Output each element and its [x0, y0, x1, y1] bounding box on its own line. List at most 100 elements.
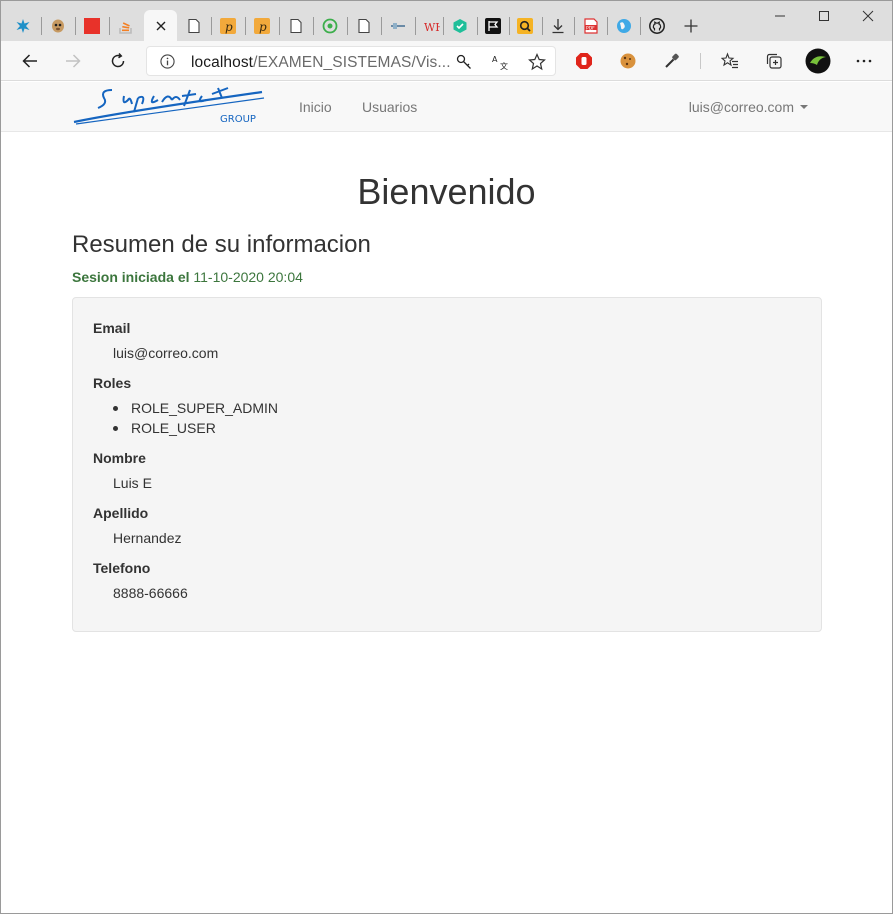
eyedropper-icon: [665, 53, 679, 68]
collections-button[interactable]: [760, 47, 788, 75]
github-icon: [649, 17, 665, 34]
new-tab-button[interactable]: [675, 10, 707, 41]
blank-page-icon: [290, 18, 302, 33]
stackoverflow-icon: [119, 21, 132, 34]
arrow-left-icon: [22, 54, 37, 68]
tab[interactable]: [348, 10, 380, 41]
role-item: ROLE_USER: [113, 420, 216, 436]
address-bar[interactable]: localhost/EXAMEN_SISTEMAS/Vis... A文: [146, 46, 556, 76]
green-circle-icon: [322, 18, 338, 33]
role-item: ROLE_SUPER_ADMIN: [113, 400, 278, 416]
email-label: Email: [93, 320, 131, 336]
menu-button[interactable]: [850, 47, 878, 75]
globe-icon: [617, 18, 631, 33]
blank-page-icon: [188, 18, 200, 33]
teal-cube-icon: [453, 18, 467, 33]
tab[interactable]: [608, 10, 640, 41]
tab[interactable]: [382, 10, 414, 41]
close-icon: [862, 10, 874, 22]
info-icon[interactable]: [160, 54, 175, 69]
plus-icon: [684, 19, 698, 32]
minimize-button[interactable]: [758, 5, 802, 27]
forward-button[interactable]: [59, 47, 87, 75]
wh-icon: WH: [424, 21, 440, 34]
tab[interactable]: [76, 10, 108, 41]
back-button[interactable]: [16, 47, 44, 75]
pdf-icon: PDF: [584, 17, 598, 34]
cookie-button[interactable]: [614, 47, 642, 75]
profile-button[interactable]: [804, 47, 832, 75]
arrow-right-icon: [66, 54, 81, 68]
svg-text:A: A: [492, 55, 498, 64]
nombre-label: Nombre: [93, 450, 146, 466]
bullet-icon: [113, 425, 118, 431]
email-value: luis@correo.com: [113, 345, 219, 361]
tool-icon: [391, 22, 405, 29]
cookie-icon: [620, 53, 636, 69]
navbar: GROUP Inicio Usuarios luis@correo.com: [1, 82, 892, 132]
nav-inicio[interactable]: Inicio: [299, 99, 332, 115]
browser-toolbar: localhost/EXAMEN_SISTEMAS/Vis... A文: [1, 41, 892, 81]
roles-label: Roles: [93, 375, 132, 391]
tab[interactable]: [7, 10, 39, 41]
tab[interactable]: [477, 10, 509, 41]
svg-text:p: p: [225, 20, 233, 34]
apellido-value: Hernandez: [113, 530, 182, 546]
close-window-button[interactable]: [846, 5, 890, 27]
tab[interactable]: [178, 10, 210, 41]
telefono-label: Telefono: [93, 560, 151, 576]
tab[interactable]: p: [246, 10, 278, 41]
close-icon[interactable]: [153, 18, 169, 34]
tab[interactable]: [641, 10, 673, 41]
more-dots-icon: [856, 59, 872, 63]
tab[interactable]: [314, 10, 346, 41]
tab[interactable]: [42, 10, 74, 41]
avatar: [805, 48, 831, 74]
tab[interactable]: [110, 10, 142, 41]
translate-icon[interactable]: A文: [492, 53, 510, 71]
page-subtitle: Resumen de su informacion: [72, 231, 371, 258]
tab[interactable]: [280, 10, 312, 41]
favorites-button[interactable]: [716, 47, 744, 75]
tab[interactable]: p: [212, 10, 244, 41]
blank-page-icon: [358, 18, 370, 33]
logo-icon: GROUP: [73, 87, 265, 125]
p-badge-icon: p: [220, 17, 236, 34]
p-badge-icon: p: [254, 17, 270, 34]
tab-strip: p p WH PDF: [1, 1, 892, 41]
star-burst-icon: [16, 18, 30, 33]
bullet-icon: [113, 405, 118, 411]
nav-usuarios[interactable]: Usuarios: [362, 99, 417, 115]
tab-active[interactable]: [144, 10, 177, 41]
refresh-icon: [111, 52, 125, 68]
info-panel: Email luis@correo.com Roles ROLE_SUPER_A…: [72, 297, 822, 632]
download-icon: [552, 18, 564, 33]
tab[interactable]: [542, 10, 574, 41]
tab[interactable]: PDF: [575, 10, 607, 41]
apellido-label: Apellido: [93, 505, 149, 521]
brand-logo[interactable]: GROUP: [72, 84, 266, 128]
maximize-button[interactable]: [802, 5, 846, 27]
star-outline-icon[interactable]: [528, 53, 546, 71]
tab[interactable]: [444, 10, 476, 41]
nombre-value: Luis E: [113, 475, 152, 491]
adblock-button[interactable]: [570, 47, 598, 75]
red-square-icon: [84, 17, 100, 34]
key-icon[interactable]: [455, 53, 473, 71]
collections-icon: [766, 53, 782, 69]
url-text[interactable]: localhost/EXAMEN_SISTEMAS/Vis...: [191, 54, 451, 72]
svg-text:p: p: [259, 20, 267, 34]
meerkat-icon: [52, 19, 64, 32]
refresh-button[interactable]: [104, 47, 132, 75]
stop-hand-icon: [576, 53, 592, 69]
brand-sub: GROUP: [220, 114, 256, 125]
session-time: 11-10-2020 20:04: [193, 269, 303, 285]
telefono-value: 8888-66666: [113, 585, 188, 601]
minimize-icon: [775, 15, 785, 17]
svg-text:WH: WH: [424, 21, 440, 34]
user-menu[interactable]: luis@correo.com: [689, 99, 808, 115]
session-label: Sesion iniciada el: [72, 269, 190, 285]
tab[interactable]: [509, 10, 541, 41]
eyedropper-button[interactable]: [658, 47, 686, 75]
svg-text:文: 文: [500, 61, 508, 71]
